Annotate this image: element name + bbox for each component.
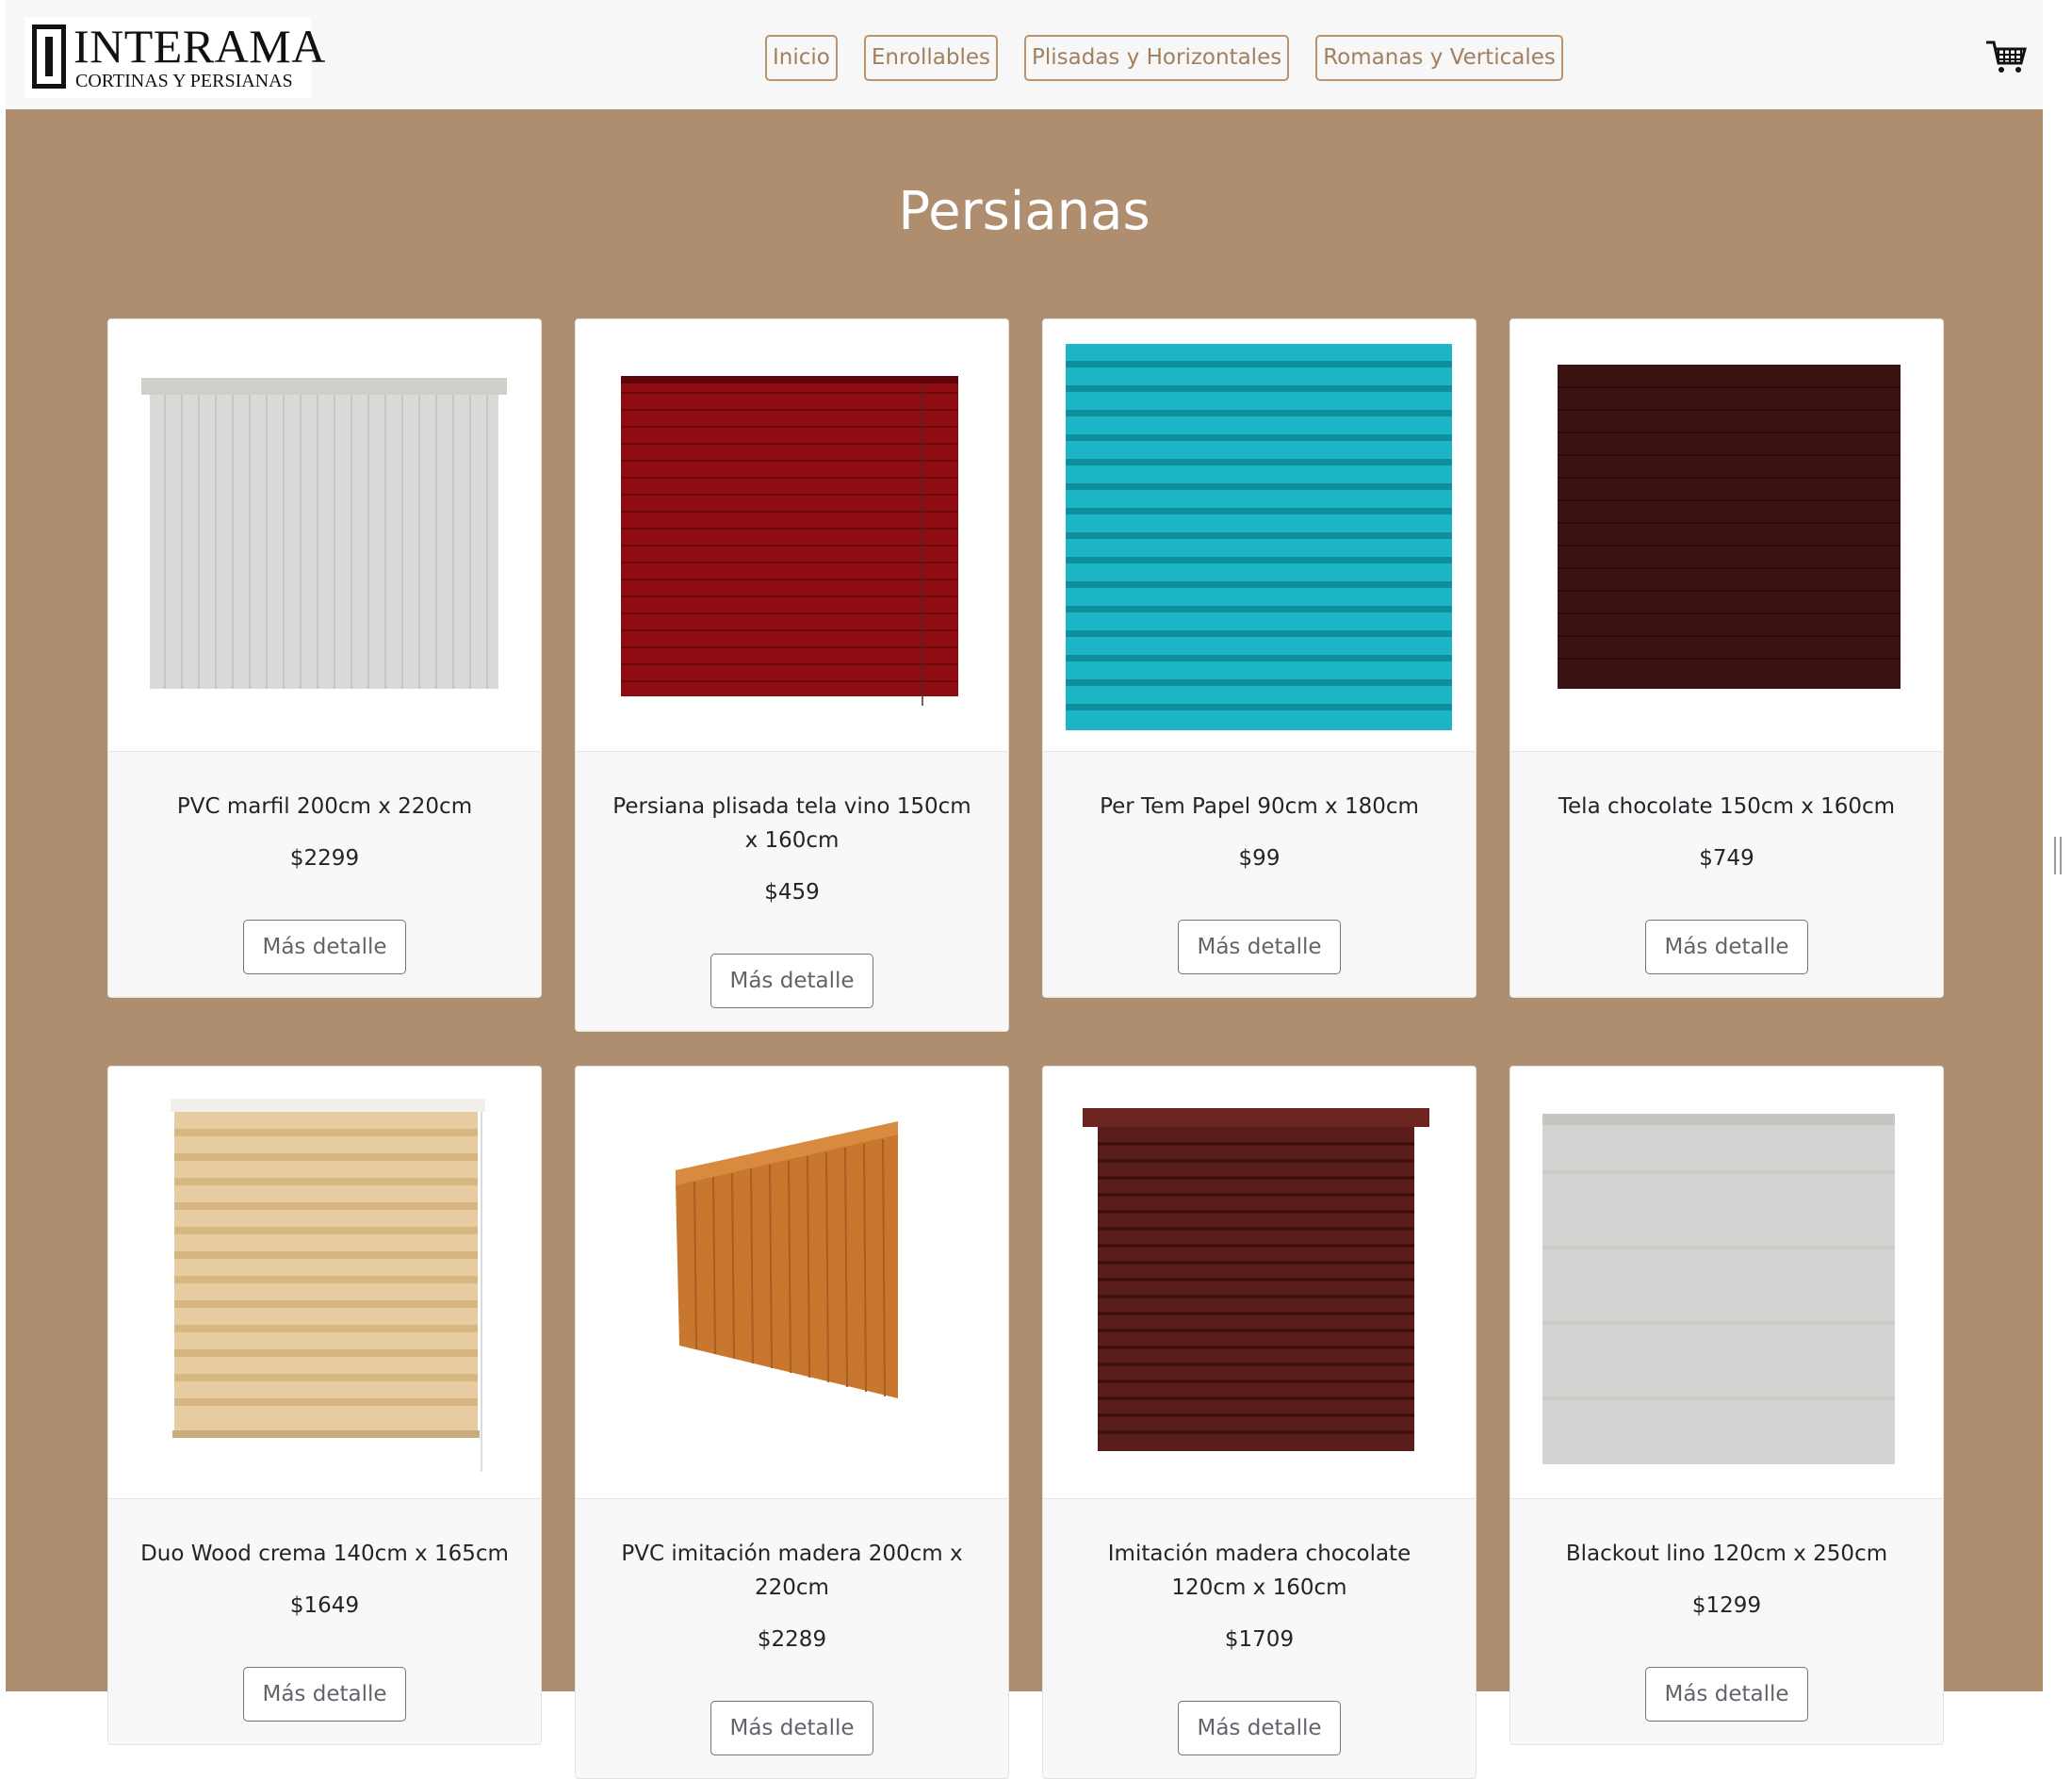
product-name: Imitación madera chocolate 120cm x 160cm (1107, 1542, 1411, 1600)
product-price: $2299 (289, 846, 360, 871)
more-details-button[interactable]: Más detalle (710, 954, 873, 1008)
product-grid: PVC marfil 200cm x 220cm $2299 Más detal… (107, 318, 1944, 1779)
blind-duo-icon (171, 1099, 485, 1472)
product-card: Per Tem Papel 90cm x 180cm $99 Más detal… (1042, 318, 1477, 998)
more-details-button[interactable]: Más detalle (243, 1667, 406, 1722)
product-card: Persiana plisada tela vino 150cm x 160cm… (575, 318, 1009, 1032)
product-card: Blackout lino 120cm x 250cm $1299 Más de… (1509, 1066, 1944, 1745)
product-card: Tela chocolate 150cm x 160cm $749 Más de… (1509, 318, 1944, 998)
product-price: $2289 (757, 1627, 827, 1652)
blind-roman-icon (1542, 1114, 1895, 1464)
product-image[interactable] (576, 1067, 1008, 1499)
product-card: PVC marfil 200cm x 220cm $2299 Más detal… (107, 318, 542, 998)
navbar: INTERAMA CORTINAS Y PERSIANAS Inicio Enr… (6, 0, 2043, 109)
product-price: $1649 (289, 1593, 360, 1618)
blind-vertical-wood-icon (676, 1121, 898, 1398)
more-details-button[interactable]: Más detalle (1645, 1667, 1808, 1722)
more-details-button[interactable]: Más detalle (1645, 920, 1808, 974)
product-name: PVC imitación madera 200cm x 220cm (621, 1542, 963, 1600)
page: INTERAMA CORTINAS Y PERSIANAS Inicio Enr… (6, 0, 2043, 1779)
product-image[interactable] (1510, 319, 1943, 752)
logo-mark-icon (32, 24, 66, 89)
more-details-button[interactable]: Más detalle (710, 1701, 873, 1755)
brand-name: INTERAMA (73, 20, 326, 73)
product-name: Per Tem Papel 90cm x 180cm (1100, 794, 1419, 819)
blind-pleated-icon (621, 376, 958, 706)
brand-tagline: CORTINAS Y PERSIANAS (75, 71, 293, 91)
product-name: Blackout lino 120cm x 250cm (1565, 1542, 1888, 1566)
blind-fabric-icon (1558, 365, 1901, 689)
product-card: Duo Wood crema 140cm x 165cm $1649 Más d… (107, 1066, 542, 1745)
blind-vertical-icon (141, 378, 507, 689)
more-details-button[interactable]: Más detalle (1178, 1701, 1341, 1755)
scrollbar-grip[interactable] (2054, 837, 2062, 874)
more-details-button[interactable]: Más detalle (243, 920, 406, 974)
more-details-button[interactable]: Más detalle (1178, 920, 1341, 974)
product-image[interactable] (108, 1067, 541, 1499)
product-image[interactable] (1043, 319, 1476, 752)
product-name: Persiana plisada tela vino 150cm x 160cm (612, 794, 971, 853)
product-price: $99 (1238, 846, 1281, 871)
product-card: Imitación madera chocolate 120cm x 160cm… (1042, 1066, 1477, 1779)
product-name: PVC marfil 200cm x 220cm (176, 794, 473, 819)
nav-links: Inicio Enrollables Plisadas y Horizontal… (765, 35, 1563, 81)
blind-paper-icon (1066, 344, 1452, 730)
nav-enrollables[interactable]: Enrollables (863, 35, 998, 81)
product-price: $1709 (1224, 1627, 1295, 1652)
product-name: Duo Wood crema 140cm x 165cm (140, 1542, 509, 1566)
page-title: Persianas (898, 181, 1150, 242)
nav-plisadas-horizontales[interactable]: Plisadas y Horizontales (1024, 35, 1290, 81)
product-image[interactable] (576, 319, 1008, 752)
blind-horizontal-wood-icon (1083, 1108, 1429, 1451)
nav-romanas-verticales[interactable]: Romanas y Verticales (1315, 35, 1563, 81)
nav-inicio[interactable]: Inicio (765, 35, 838, 81)
product-card: PVC imitación madera 200cm x 220cm $2289… (575, 1066, 1009, 1779)
product-price: $459 (764, 880, 820, 905)
product-image[interactable] (108, 319, 541, 752)
product-image[interactable] (1510, 1067, 1943, 1499)
brand-logo[interactable]: INTERAMA CORTINAS Y PERSIANAS (24, 17, 325, 98)
product-price: $749 (1699, 846, 1754, 871)
shopping-cart-icon[interactable] (1984, 40, 2030, 75)
product-image[interactable] (1043, 1067, 1476, 1499)
product-name: Tela chocolate 150cm x 160cm (1558, 794, 1896, 819)
product-price: $1299 (1691, 1593, 1762, 1618)
